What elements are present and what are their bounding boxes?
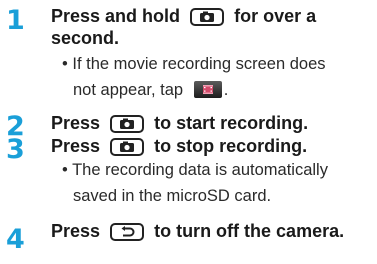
camera-key-icon (110, 115, 145, 133)
step-1-text-post: for over a (234, 6, 317, 26)
camera-key-icon (190, 8, 225, 26)
step-4-instruction: Press to turn off the camera. (51, 220, 344, 242)
step-number-4: 4 (6, 224, 25, 255)
step-1-note-period: . (223, 81, 229, 99)
movie-mode-icon (193, 81, 222, 98)
step-3-note-line2: saved in the microSD card. (73, 187, 272, 205)
step-3-text-post: to stop recording. (154, 136, 308, 156)
step-1-text-pre: Press and hold (51, 6, 181, 26)
step-2-text-pre: Press (51, 113, 101, 133)
step-1-note-line1: • If the movie recording screen does (62, 51, 326, 77)
step-number-1: 1 (6, 5, 25, 36)
step-1-instruction-line2: second. (51, 28, 120, 48)
step-3-instruction: Press to stop recording. (51, 135, 307, 157)
step-1-note-text1: If the movie recording screen does (72, 55, 326, 73)
step-4-text-post: to turn off the camera. (154, 221, 345, 241)
step-1-instruction: Press and hold for over a (51, 5, 316, 27)
bullet: • (62, 55, 68, 73)
step-number-3: 3 (6, 134, 25, 165)
step-2-text-post: to start recording. (154, 113, 309, 133)
step-1-note-line2: not appear, tap . (73, 77, 228, 103)
step-3-text-pre: Press (51, 136, 101, 156)
bullet: • (62, 161, 68, 179)
step-2-instruction: Press to start recording. (51, 112, 308, 134)
step-3-note-line1: • The recording data is automatically (62, 157, 328, 183)
back-key-icon (110, 223, 145, 241)
step-3-note-text1: The recording data is automatically (72, 161, 328, 179)
camera-key-icon (110, 138, 145, 156)
step-1-note-text2: not appear, tap (73, 81, 184, 99)
step-4-text-pre: Press (51, 221, 101, 241)
